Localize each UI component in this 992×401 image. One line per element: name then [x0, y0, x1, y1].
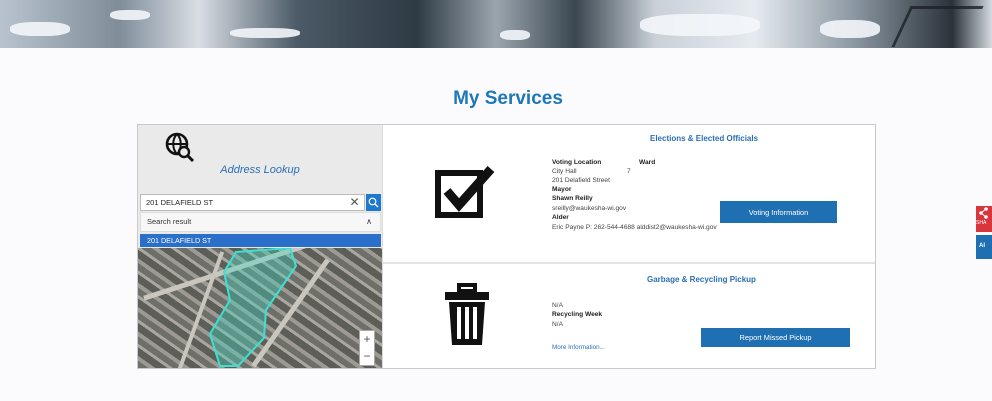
address-lookup-title: Address Lookup [220, 164, 300, 176]
ward-label: Ward [639, 159, 656, 166]
share-icon [979, 207, 988, 219]
chevron-up-icon[interactable]: ∧ [366, 213, 372, 231]
services-panel: Address Lookup 201 DELAFIELD ST ✕ Search… [137, 124, 876, 369]
mayor-email: sreilly@waukesha-wi.gov [552, 205, 627, 212]
accessibility-button[interactable]: AI [976, 235, 992, 259]
trash-icon [445, 283, 489, 345]
parcel-map[interactable]: + − [138, 248, 382, 368]
zoom-out-button[interactable]: − [360, 348, 374, 365]
voting-location-line1: City Hall [552, 168, 577, 175]
search-icon [368, 197, 379, 208]
share-label: SHA [976, 220, 987, 226]
mayor-name: Shawn Reilly [552, 195, 593, 202]
voting-location-line2: 201 Delafield Street [552, 177, 610, 184]
page-title: My Services [453, 88, 563, 109]
clear-icon[interactable]: ✕ [346, 194, 363, 211]
address-lookup-panel: Address Lookup 201 DELAFIELD ST ✕ Search… [138, 125, 382, 368]
results-label: Search result [147, 217, 192, 226]
header-banner-image [0, 0, 992, 48]
alder-info: Eric Payne P: 262-544-4688 alddist2@wauk… [552, 224, 717, 231]
search-results-header[interactable]: Search result ∧ [140, 212, 381, 232]
search-result-item[interactable]: 201 DELAFIELD ST [140, 234, 381, 247]
search-button[interactable] [366, 194, 381, 211]
globe-search-icon [165, 132, 195, 163]
mayor-label: Mayor [552, 186, 572, 193]
more-information-link[interactable]: More Information... [552, 344, 605, 351]
address-search-input[interactable]: 201 DELAFIELD ST [140, 194, 365, 211]
elections-title: Elections & Elected Officials [650, 134, 759, 143]
ward-value: 7 [627, 168, 631, 175]
garbage-value: N/A [552, 302, 563, 309]
column-divider [382, 125, 383, 368]
share-button[interactable]: SHA [976, 206, 992, 232]
voting-information-button[interactable]: Voting Information [720, 201, 837, 223]
recycling-week-value: N/A [552, 321, 563, 328]
voting-location-label: Voting Location [552, 159, 602, 166]
zoom-in-button[interactable]: + [360, 331, 374, 348]
garbage-title: Garbage & Recycling Pickup [647, 275, 756, 284]
recycling-week-label: Recycling Week [552, 311, 603, 318]
map-zoom-control: + − [359, 330, 375, 366]
accessibility-label: AI [979, 243, 985, 249]
section-divider [383, 262, 875, 264]
checkbox-icon [435, 166, 495, 218]
parcel-outline [208, 248, 298, 367]
alder-label: Alder [552, 214, 569, 221]
report-missed-pickup-button[interactable]: Report Missed Pickup [701, 328, 850, 347]
